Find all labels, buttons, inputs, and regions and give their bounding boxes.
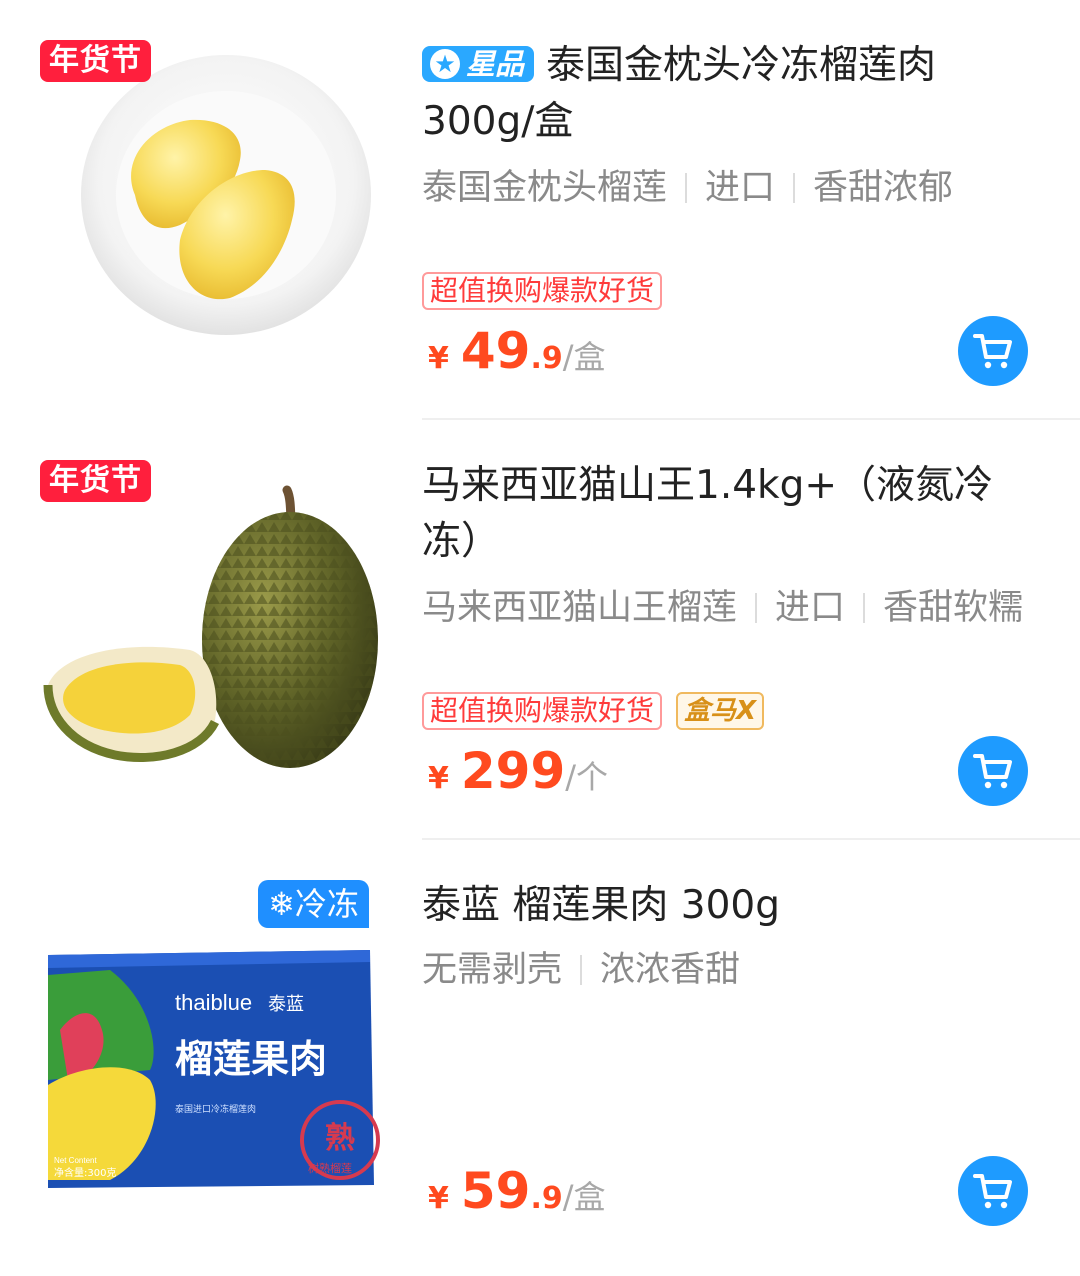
product-item[interactable]: thaiblue 泰蓝 榴莲果肉 泰国进口冷冻榴莲肉 Net Content 净…	[0, 840, 1080, 1260]
tag: 马来西亚猫山王榴莲	[422, 588, 738, 628]
svg-text:泰国进口冷冻榴莲肉: 泰国进口冷冻榴莲肉	[175, 1103, 256, 1115]
star-icon: ★	[430, 49, 460, 79]
svg-text:净含量:300克: 净含量:300克	[54, 1166, 116, 1179]
svg-text:树熟榴莲: 树熟榴莲	[308, 1161, 352, 1175]
tag: 进口	[705, 168, 776, 208]
star-product-badge: ★ 星品	[422, 46, 535, 82]
tag: 无需剥壳	[422, 950, 563, 990]
tag: 泰国金枕头榴莲	[422, 168, 668, 208]
product-item[interactable]: 年货节 马来西亚猫山王1.4kg+（液氮冷冻） 马来西亚猫山王榴莲 进口 香甜软糯 …	[0, 420, 1080, 840]
product-title[interactable]: ★ 星品 泰国金枕头冷冻榴莲肉300g/盒	[422, 38, 1012, 150]
cart-icon	[973, 334, 1012, 369]
promo-tag: 超值换购爆款好货	[422, 692, 663, 730]
price: ¥59.9/盒	[428, 1162, 606, 1220]
thaiblue-durian-box-image[interactable]: thaiblue 泰蓝 榴莲果肉 泰国进口冷冻榴莲肉 Net Content 净…	[40, 880, 380, 1220]
tag: 浓浓香甜	[600, 950, 741, 990]
svg-text:熟: 熟	[325, 1121, 355, 1156]
add-to-cart-button[interactable]	[958, 736, 1028, 806]
product-title[interactable]: 泰蓝 榴莲果肉 300g	[422, 878, 1012, 934]
whole-durian-image[interactable]	[40, 460, 380, 800]
price: ¥299/个	[428, 742, 609, 800]
svg-text:thaiblue: thaiblue	[175, 990, 252, 1015]
product-item[interactable]: 年货节 ★ 星品 泰国金枕头冷冻榴莲肉300g/盒 泰国金枕头榴莲 进口 香甜浓郁 超值…	[0, 0, 1080, 420]
cart-icon	[973, 754, 1012, 789]
svg-text:榴莲果肉: 榴莲果肉	[175, 1037, 327, 1081]
product-tags: 无需剥壳 浓浓香甜	[422, 948, 740, 992]
festival-badge: 年货节	[40, 460, 151, 502]
frozen-badge: ❄冷冻	[258, 880, 369, 928]
tag: 香甜软糯	[883, 588, 1024, 628]
tag: 进口	[775, 588, 846, 628]
cart-icon	[973, 1174, 1012, 1209]
tag: 香甜浓郁	[813, 168, 954, 208]
add-to-cart-button[interactable]	[958, 316, 1028, 386]
snowflake-icon: ❄	[268, 885, 295, 923]
product-tags: 泰国金枕头榴莲 进口 香甜浓郁	[422, 166, 953, 210]
product-title[interactable]: 马来西亚猫山王1.4kg+（液氮冷冻）	[422, 458, 1012, 570]
svg-text:泰蓝: 泰蓝	[268, 994, 304, 1015]
add-to-cart-button[interactable]	[958, 1156, 1028, 1226]
frozen-durian-pulp-plate-image[interactable]	[40, 40, 380, 380]
price: ¥49.9/盒	[428, 322, 606, 380]
festival-badge: 年货节	[40, 40, 151, 82]
svg-text:Net Content: Net Content	[54, 1156, 97, 1165]
hema-x-tag: 盒马X	[676, 692, 765, 730]
product-tags: 马来西亚猫山王榴莲 进口 香甜软糯	[422, 586, 1023, 630]
promo-tag: 超值换购爆款好货	[422, 272, 663, 310]
